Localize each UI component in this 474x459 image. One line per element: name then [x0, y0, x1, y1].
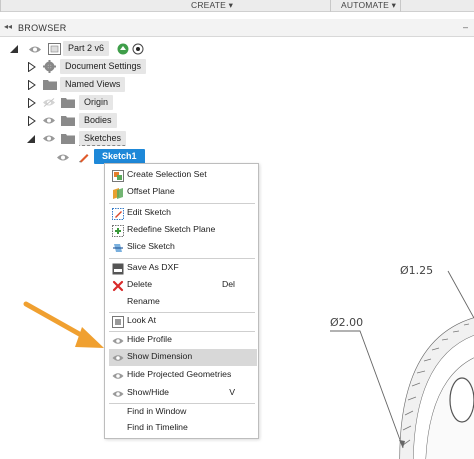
annotation-arrow-icon: [23, 301, 104, 348]
collapse-browser-icon[interactable]: ◂◂: [4, 22, 12, 31]
menu-item-label: Save As DXF: [127, 262, 179, 272]
tree-row-bodies[interactable]: Bodies: [0, 113, 160, 129]
delete-icon: [112, 280, 124, 292]
menu-item-redefine-sketch-plane[interactable]: Redefine Sketch Plane: [109, 222, 257, 239]
minimize-browser-icon[interactable]: –: [463, 22, 468, 32]
menu-item-rename[interactable]: Rename: [109, 294, 257, 311]
menu-item-label: Delete: [127, 279, 153, 289]
toolbar-separator: [400, 0, 401, 12]
menu-item-label: Redefine Sketch Plane: [127, 224, 216, 234]
menu-item-offset-plane[interactable]: Offset Plane: [109, 184, 257, 201]
menu-item-label: Hide Profile: [127, 334, 172, 344]
menu-item-show-hide[interactable]: Show/Hide V: [109, 385, 257, 402]
menu-item-label: Rename: [127, 296, 160, 306]
dimension-outer-label[interactable]: Ø1.25: [400, 264, 433, 277]
collapsed-triangle-icon[interactable]: [28, 116, 36, 126]
browser-header: ◂◂ BROWSER –: [0, 19, 474, 37]
collapsed-triangle-icon[interactable]: [28, 80, 36, 90]
menu-separator: [109, 258, 255, 259]
canvas-drawing[interactable]: [250, 240, 474, 459]
menu-item-shortcut: Del: [221, 279, 235, 289]
menu-item-label: Find in Window: [127, 406, 187, 416]
eye-icon: [112, 373, 124, 379]
toolbar-separator: [0, 0, 1, 12]
menu-item-label: Edit Sketch: [127, 207, 171, 217]
browser-title: BROWSER: [18, 23, 67, 33]
radio-target-icon[interactable]: [132, 43, 144, 55]
dimension-inner-label[interactable]: Ø2.00: [330, 316, 363, 329]
look-at-icon: [112, 316, 124, 328]
menu-item-slice-sketch[interactable]: Slice Sketch: [109, 239, 257, 256]
expanded-triangle-icon[interactable]: [10, 45, 19, 54]
toolbar-separator: [330, 0, 331, 12]
menu-item-label: Show Dimension: [127, 351, 193, 361]
tree-label-root[interactable]: Part 2 v6: [63, 41, 110, 56]
slice-icon: [113, 244, 123, 252]
menu-item-find-in-window[interactable]: Find in Window: [109, 404, 257, 421]
menu-item-delete[interactable]: Delete Del: [109, 277, 257, 294]
tree-row-sketches[interactable]: Sketches: [0, 131, 160, 147]
menu-item-edit-sketch[interactable]: Edit Sketch: [109, 205, 257, 222]
tree-label-document-settings[interactable]: Document Settings: [60, 59, 147, 74]
eye-icon: [112, 391, 124, 397]
folder-icon: [61, 116, 75, 126]
folder-icon: [61, 98, 75, 108]
tree-row-origin[interactable]: Origin: [0, 95, 160, 111]
automate-menu-button[interactable]: AUTOMATE ▾: [341, 0, 396, 12]
bolt-hole: [449, 377, 474, 423]
sketch-icon: [79, 154, 89, 163]
collapsed-triangle-icon[interactable]: [28, 62, 36, 72]
dimension-leader-outer: [447, 270, 474, 319]
menu-item-label: Look At: [127, 315, 156, 325]
tree-label-sketch1[interactable]: Sketch1: [94, 149, 145, 164]
tree-row-document-settings[interactable]: Document Settings: [0, 59, 160, 75]
eye-icon: [112, 338, 124, 344]
gear-icon: [43, 60, 56, 73]
visibility-eye-icon[interactable]: [42, 134, 56, 143]
menu-item-label: Find in Timeline: [127, 422, 188, 432]
menu-item-label: Slice Sketch: [127, 241, 175, 251]
collapsed-triangle-icon[interactable]: [28, 98, 36, 108]
menu-item-create-selection-set[interactable]: Create Selection Set: [109, 167, 257, 184]
tree-label-origin[interactable]: Origin: [79, 95, 114, 110]
tree-label-sketches[interactable]: Sketches: [79, 131, 127, 146]
edit-sketch-icon: [112, 208, 124, 220]
menu-item-label: Offset Plane: [127, 186, 175, 196]
menu-item-hide-profile[interactable]: Hide Profile: [109, 332, 257, 349]
eye-icon: [112, 355, 124, 361]
tree-label-bodies[interactable]: Bodies: [79, 113, 117, 128]
offset-plane-icon: [113, 188, 123, 199]
visibility-eye-icon[interactable]: [42, 116, 56, 125]
hidden-eye-icon[interactable]: [42, 98, 56, 107]
folder-icon: [43, 80, 57, 90]
expanded-triangle-icon[interactable]: [27, 135, 36, 144]
visibility-eye-icon[interactable]: [56, 153, 70, 162]
menu-item-label: Create Selection Set: [127, 169, 207, 179]
redefine-plane-icon: [112, 225, 124, 237]
tree-label-named-views[interactable]: Named Views: [60, 77, 126, 92]
menu-separator: [109, 203, 255, 204]
menu-item-find-in-timeline[interactable]: Find in Timeline: [109, 420, 257, 437]
selection-set-icon: [112, 170, 124, 182]
menu-item-hide-projected-geometries[interactable]: Hide Projected Geometries: [109, 367, 257, 384]
context-menu: Create Selection Set Offset Plane Edit S…: [104, 163, 259, 439]
menu-item-show-dimension[interactable]: Show Dimension: [109, 349, 257, 366]
activate-component-icon[interactable]: [117, 43, 129, 55]
folder-icon: [61, 134, 75, 144]
menu-item-label: Hide Projected Geometries: [127, 369, 232, 379]
visibility-eye-icon[interactable]: [28, 45, 42, 54]
menu-item-look-at[interactable]: Look At: [109, 313, 257, 330]
menu-item-shortcut: V: [229, 387, 235, 397]
tree-row-root[interactable]: Part 2 v6: [0, 41, 160, 57]
dimension-leader-inner: [330, 330, 404, 449]
create-menu-button[interactable]: CREATE ▾: [191, 0, 233, 12]
top-toolbar: CREATE ▾ AUTOMATE ▾: [0, 0, 474, 12]
menu-item-label: Show/Hide: [127, 387, 170, 397]
dxf-icon: [112, 263, 124, 275]
component-icon: [48, 43, 61, 55]
menu-item-save-as-dxf[interactable]: Save As DXF: [109, 260, 257, 277]
tree-row-named-views[interactable]: Named Views: [0, 77, 160, 93]
